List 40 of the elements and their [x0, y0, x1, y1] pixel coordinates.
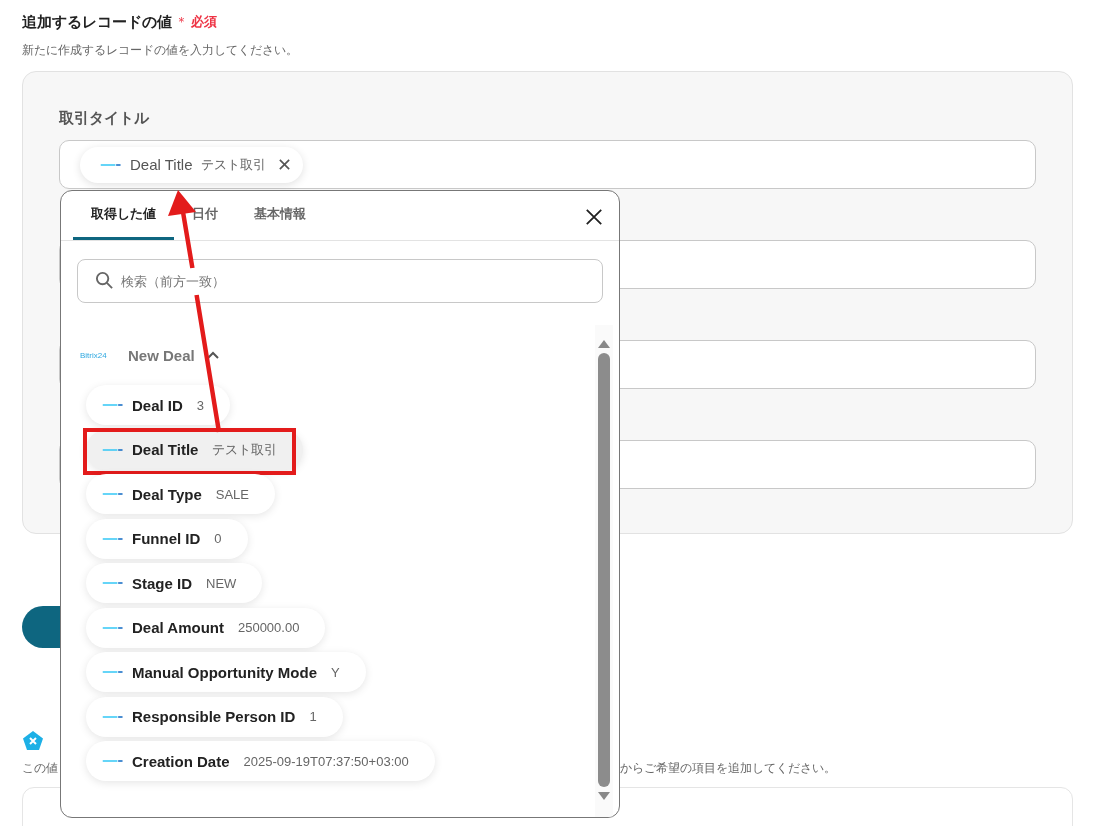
value-item[interactable]: Responsible Person ID 1: [86, 696, 343, 737]
logo-icon: [102, 624, 124, 631]
section-description: この値: [22, 760, 58, 777]
chevron-icon[interactable]: [206, 351, 219, 359]
logo-icon: [102, 758, 124, 764]
close-icon[interactable]: [585, 208, 603, 226]
required-label: 必須: [191, 13, 217, 31]
pentagon-icon: [22, 730, 44, 752]
logo-icon: [102, 446, 124, 453]
search-field[interactable]: 検索（前方一致）: [77, 259, 603, 303]
logo-icon: [102, 491, 124, 497]
logo-icon: [102, 669, 124, 675]
section-description: 新たに作成するレコードの値を入力してください。: [22, 42, 299, 59]
tab[interactable]: 日付: [174, 191, 236, 240]
logo-icon: [102, 402, 124, 408]
close-icon[interactable]: [277, 158, 291, 171]
scroll-up-icon[interactable]: [597, 339, 611, 349]
section-description: からご希望の項目を追加してください。: [620, 760, 836, 777]
scrollbar[interactable]: [595, 325, 613, 817]
value-item[interactable]: Manual Opportunity Mode Y: [86, 652, 366, 692]
logo-icon: [102, 580, 124, 586]
search-icon: [95, 271, 114, 290]
section-title: 追加するレコードの値: [22, 12, 172, 32]
value-item[interactable]: Creation Date 2025-09-19T07:37:50+03:00: [86, 741, 435, 781]
value-item[interactable]: Funnel ID 0: [86, 518, 248, 559]
required-mark: ＊: [175, 13, 188, 31]
value-item[interactable]: Deal ID 3: [86, 385, 231, 425]
input-field[interactable]: Deal Title テスト取引: [59, 140, 1036, 189]
group-title[interactable]: New Deal: [128, 346, 195, 364]
logo-icon: [100, 161, 122, 168]
logo-icon: [102, 535, 124, 542]
value-item[interactable]: Stage ID NEW: [86, 563, 263, 603]
scroll-down-icon[interactable]: [597, 791, 611, 801]
value-token[interactable]: Deal Title テスト取引: [80, 146, 303, 183]
logo: Bitrix24: [80, 350, 108, 360]
logo-icon: [102, 713, 124, 720]
field-label: 取引タイトル: [59, 109, 149, 126]
tab[interactable]: 基本情報: [236, 191, 324, 240]
value-item[interactable]: Deal Amount 250000.00: [86, 607, 326, 648]
value-item[interactable]: Deal Type SALE: [86, 474, 275, 514]
